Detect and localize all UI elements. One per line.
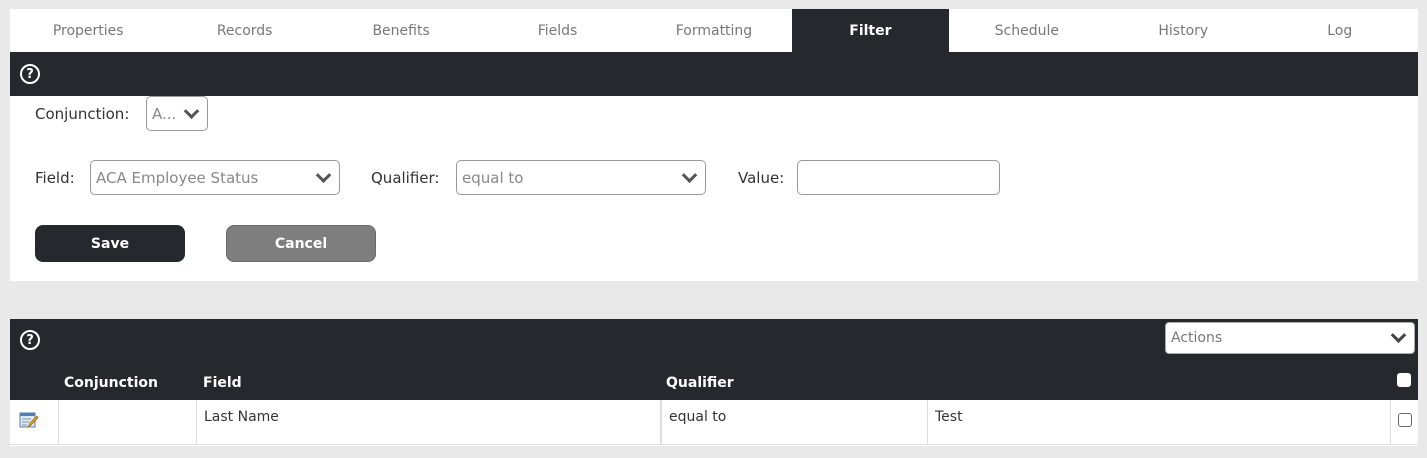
filter-form-panel: ? Conjunction: A... Field: ACA Employee … xyxy=(10,52,1418,281)
table-row: Last Name equal to Test xyxy=(10,400,1418,445)
help-icon[interactable]: ? xyxy=(20,64,40,84)
tab-records[interactable]: Records xyxy=(166,9,322,52)
actions-select-value: Actions xyxy=(1171,330,1223,346)
tab-benefits[interactable]: Benefits xyxy=(323,9,479,52)
save-button[interactable]: Save xyxy=(35,225,185,262)
select-all-checkbox[interactable] xyxy=(1397,373,1411,387)
column-header-conjunction[interactable]: Conjunction xyxy=(64,375,158,391)
qualifier-select[interactable]: equal to xyxy=(456,160,706,195)
help-icon[interactable]: ? xyxy=(20,330,40,350)
chevron-down-icon xyxy=(183,102,200,119)
tab-formatting[interactable]: Formatting xyxy=(636,9,792,52)
actions-select[interactable]: Actions xyxy=(1165,322,1415,354)
tab-schedule[interactable]: Schedule xyxy=(949,9,1105,52)
filter-grid: ? Actions Conjunction Field Qualifier La… xyxy=(10,319,1418,446)
grid-header: ? Actions Conjunction Field Qualifier xyxy=(10,319,1418,400)
tab-properties[interactable]: Properties xyxy=(10,9,166,52)
chevron-down-icon xyxy=(681,166,698,183)
chevron-down-icon xyxy=(315,166,332,183)
tab-log[interactable]: Log xyxy=(1262,9,1418,52)
tab-history[interactable]: History xyxy=(1105,9,1261,52)
column-header-qualifier[interactable]: Qualifier xyxy=(666,375,734,391)
cancel-button[interactable]: Cancel xyxy=(226,225,376,262)
row-checkbox[interactable] xyxy=(1398,413,1412,427)
chevron-down-icon xyxy=(1390,327,1407,344)
tab-fields[interactable]: Fields xyxy=(479,9,635,52)
edit-row-icon[interactable] xyxy=(19,412,38,429)
cell-conjunction xyxy=(58,400,196,445)
conjunction-label: Conjunction: xyxy=(35,105,130,123)
qualifier-label: Qualifier: xyxy=(371,169,440,187)
conjunction-select-value: A... xyxy=(152,104,177,123)
cell-qualifier: equal to xyxy=(660,400,927,445)
value-label: Value: xyxy=(738,169,785,187)
field-label: Field: xyxy=(35,169,75,187)
field-select[interactable]: ACA Employee Status xyxy=(90,160,340,195)
tab-bar: Properties Records Benefits Fields Forma… xyxy=(10,9,1418,52)
value-input[interactable] xyxy=(797,160,1000,195)
form-header-bar: ? xyxy=(10,52,1418,96)
tab-filter[interactable]: Filter xyxy=(792,9,949,52)
conjunction-select[interactable]: A... xyxy=(146,96,208,131)
column-header-field[interactable]: Field xyxy=(203,375,242,391)
field-select-value: ACA Employee Status xyxy=(96,168,259,187)
qualifier-select-value: equal to xyxy=(462,168,524,187)
cell-field: Last Name xyxy=(196,400,660,445)
cell-value: Test xyxy=(927,400,1390,445)
